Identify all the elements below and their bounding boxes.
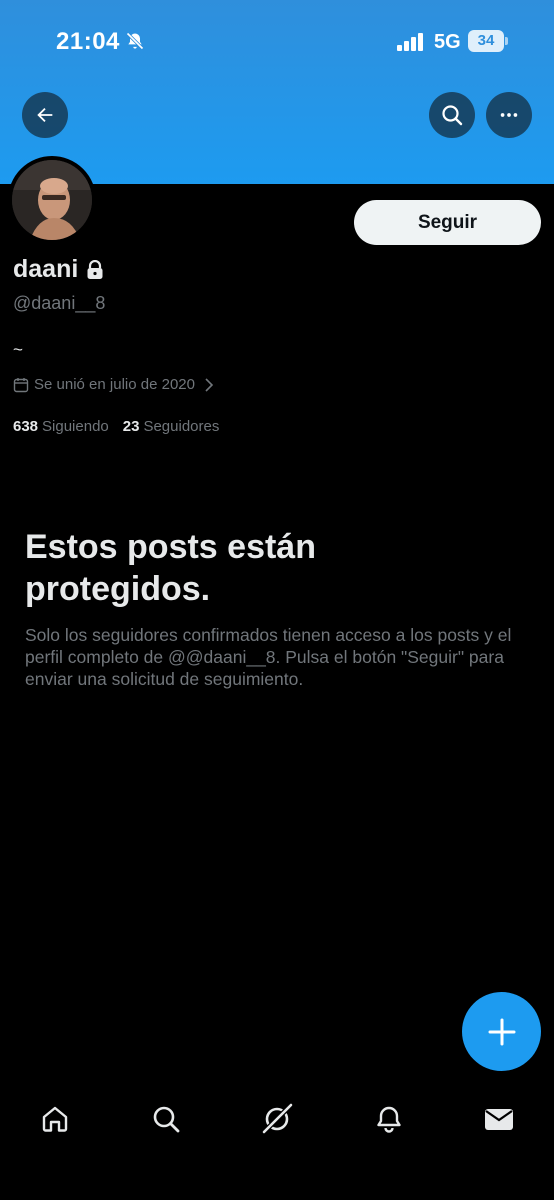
grok-icon xyxy=(262,1103,293,1134)
followers-count: 23 xyxy=(122,418,140,435)
followers-label: Seguidores xyxy=(143,418,220,435)
follow-button[interactable]: Seguir xyxy=(354,200,541,245)
tab-search[interactable] xyxy=(149,1102,183,1136)
protected-title: Estos posts están protegidos. xyxy=(25,528,316,608)
following-label: Siguiendo xyxy=(42,418,109,435)
tab-grok[interactable] xyxy=(260,1102,294,1136)
joined-date: Se unió en julio de 2020 xyxy=(34,376,195,393)
follow-stats: 638 Siguiendo 23 Seguidores xyxy=(13,418,219,435)
status-bar: 21:04 5G 34 xyxy=(0,0,554,84)
followers-link[interactable]: 23 Seguidores xyxy=(123,418,220,435)
lock-icon xyxy=(87,259,103,279)
network-type: 5G xyxy=(434,31,461,53)
battery-icon: 34 xyxy=(468,30,508,52)
arrow-left-icon xyxy=(37,107,53,123)
notifications-icon xyxy=(377,1106,401,1133)
joined-date-row[interactable]: Se unió en julio de 2020 xyxy=(13,376,214,393)
bio: ~ xyxy=(13,340,23,359)
compose-post-button[interactable] xyxy=(462,992,541,1071)
following-count: 638 xyxy=(13,418,39,435)
handle: @daani__8 xyxy=(13,293,106,313)
tab-home[interactable] xyxy=(38,1102,72,1136)
search-icon xyxy=(442,105,463,126)
more-button[interactable] xyxy=(486,92,532,138)
tab-messages[interactable] xyxy=(482,1102,516,1136)
chevron-right-icon xyxy=(205,377,214,392)
search-icon xyxy=(153,1106,180,1133)
avatar[interactable] xyxy=(8,156,96,244)
battery-level: 34 xyxy=(477,32,495,49)
bottom-tab-bar xyxy=(0,1090,554,1146)
tab-notifications[interactable] xyxy=(372,1102,406,1136)
home-icon xyxy=(42,1106,68,1132)
display-name-row: daani xyxy=(13,255,104,284)
plus-icon xyxy=(488,1018,515,1045)
protected-description: Solo los seguidores confirmados tienen a… xyxy=(25,625,512,689)
cellular-signal-icon xyxy=(397,33,423,51)
calendar-icon xyxy=(13,377,29,392)
status-time: 21:04 xyxy=(56,28,120,55)
back-button[interactable] xyxy=(22,92,68,138)
display-name: daani xyxy=(13,255,79,283)
following-link[interactable]: 638 Siguiendo xyxy=(13,418,109,435)
search-button[interactable] xyxy=(429,92,475,138)
bell-off-icon xyxy=(126,32,144,50)
more-horizontal-icon xyxy=(500,113,518,117)
messages-icon xyxy=(485,1109,513,1130)
